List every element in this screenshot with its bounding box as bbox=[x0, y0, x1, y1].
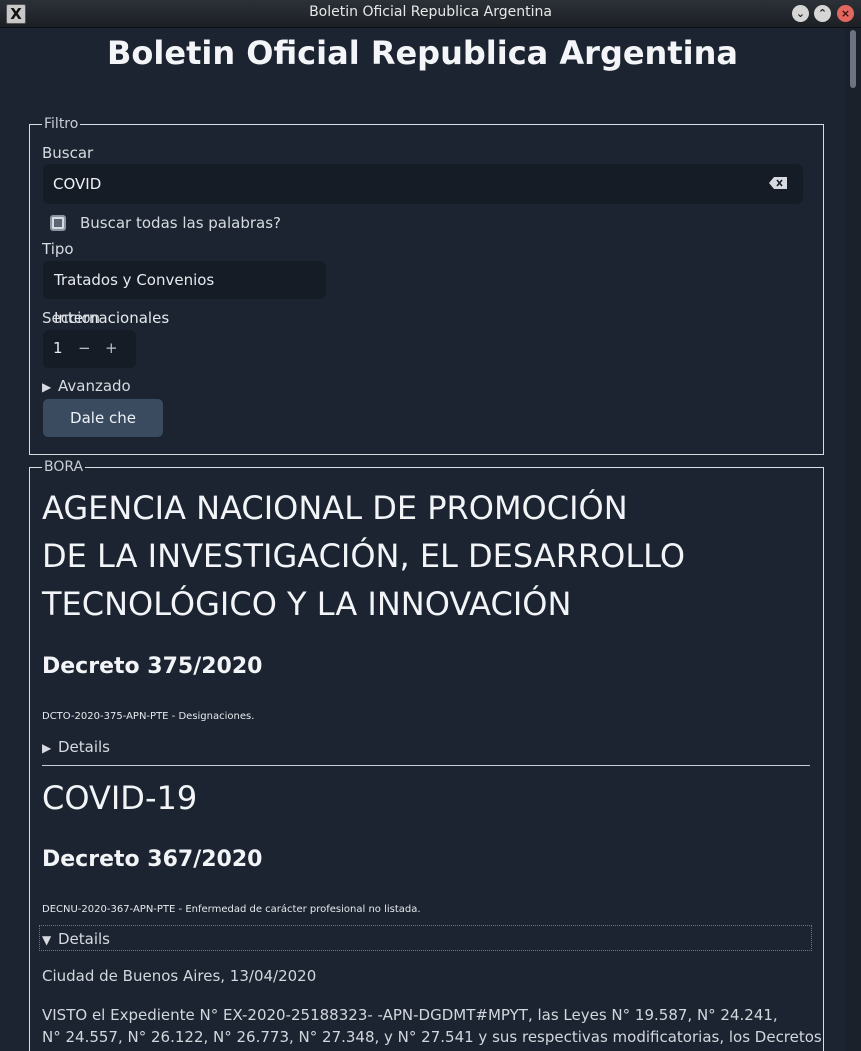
submit-button[interactable]: Dale che bbox=[43, 399, 163, 437]
entry-summary: DECNU-2020-367-APN-PTE - Enfermedad de c… bbox=[42, 904, 421, 915]
details-place-date: Ciudad de Buenos Aires, 13/04/2020 bbox=[42, 967, 317, 985]
app-content: Boletin Oficial Republica Argentina Filt… bbox=[0, 28, 845, 1051]
tipo-select[interactable]: Tratados y Convenios Internacionales bbox=[43, 261, 326, 327]
maximize-button[interactable]: ⌃ bbox=[814, 5, 831, 22]
stepper-decrement-button[interactable]: − bbox=[78, 339, 91, 357]
seccion-value: 1 bbox=[53, 339, 63, 357]
entry-decreto: Decreto 367/2020 bbox=[42, 847, 263, 872]
avanzado-label: Avanzado bbox=[58, 377, 131, 395]
details-toggle[interactable]: ▶ Details bbox=[42, 738, 110, 756]
seccion-stepper[interactable]: 1 − + bbox=[43, 330, 136, 368]
entry-heading-line: COVID-19 bbox=[42, 779, 198, 817]
minimize-button[interactable]: ⌄ bbox=[792, 5, 809, 22]
page-title: Boletin Oficial Republica Argentina bbox=[107, 34, 738, 72]
details-text-line: VISTO el Expediente N° EX-2020-25188323-… bbox=[42, 1006, 778, 1024]
vertical-scrollbar[interactable] bbox=[845, 28, 861, 1051]
entry-heading-line: TECNOLÓGICO Y LA INNOVACIÓN bbox=[42, 585, 572, 623]
entry-heading-line: DE LA INVESTIGACIÓN, EL DESARROLLO bbox=[42, 537, 686, 575]
details-toggle-focused[interactable] bbox=[39, 925, 812, 951]
search-input-value: COVID bbox=[53, 175, 102, 193]
triangle-right-icon: ▶ bbox=[42, 741, 52, 755]
tipo-label: Tipo bbox=[42, 240, 74, 258]
clear-icon[interactable] bbox=[769, 177, 787, 189]
close-button[interactable]: × bbox=[837, 5, 854, 22]
bora-legend: BORA bbox=[42, 459, 86, 475]
seccion-label: Seccion bbox=[42, 309, 101, 327]
avanzado-toggle[interactable]: ▶ Avanzado bbox=[42, 377, 131, 395]
entry-heading-line: AGENCIA NACIONAL DE PROMOCIÓN bbox=[42, 489, 628, 527]
window-title: Boletin Oficial Republica Argentina bbox=[309, 4, 552, 20]
details-label: Details bbox=[58, 738, 111, 756]
filtro-legend: Filtro bbox=[42, 116, 81, 132]
triangle-right-icon: ▶ bbox=[42, 380, 52, 394]
entry-decreto: Decreto 375/2020 bbox=[42, 654, 263, 679]
all-words-checkbox[interactable] bbox=[50, 215, 66, 231]
scrollbar-thumb[interactable] bbox=[850, 30, 856, 88]
search-input[interactable]: COVID bbox=[43, 164, 803, 204]
window-titlebar: X Boletin Oficial Republica Argentina ⌄ … bbox=[0, 0, 861, 28]
all-words-label: Buscar todas las palabras? bbox=[80, 214, 282, 232]
details-text-line: N° 24.557, N° 26.122, N° 26.773, N° 27.3… bbox=[42, 1028, 822, 1051]
details-toggle[interactable]: ▼ Details bbox=[42, 930, 110, 948]
buscar-label: Buscar bbox=[42, 144, 94, 162]
filtro-panel: Filtro Buscar COVID Buscar todas las pal… bbox=[29, 116, 824, 455]
stepper-increment-button[interactable]: + bbox=[105, 339, 118, 357]
triangle-down-icon: ▼ bbox=[42, 933, 52, 947]
entry-summary: DCTO-2020-375-APN-PTE - Designaciones. bbox=[42, 711, 255, 722]
entry-divider bbox=[42, 765, 810, 766]
bora-panel: BORA AGENCIA NACIONAL DE PROMOCIÓN DE LA… bbox=[29, 459, 824, 1051]
details-label: Details bbox=[58, 930, 111, 948]
